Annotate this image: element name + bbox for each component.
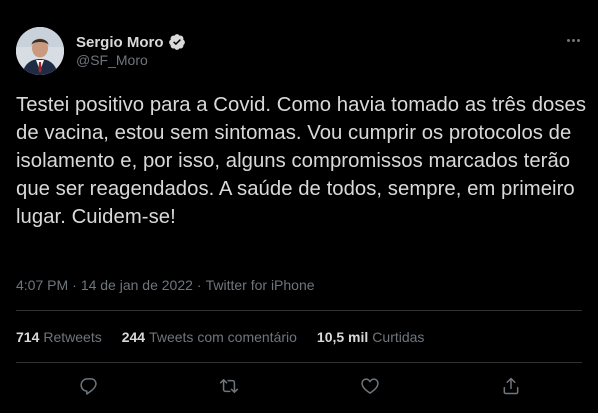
retweets-stat[interactable]: 714 Retweets <box>16 329 102 345</box>
display-name[interactable]: Sergio Moro <box>76 34 164 51</box>
tweet-meta: 4:07 PM · 14 de jan de 2022 · Twitter fo… <box>16 275 315 295</box>
avatar[interactable] <box>16 27 64 75</box>
more-options-icon[interactable] <box>560 30 586 50</box>
reply-button[interactable] <box>77 374 101 398</box>
divider <box>16 310 582 311</box>
tweet-time[interactable]: 4:07 PM <box>16 277 68 293</box>
stat-count: 714 <box>16 329 40 345</box>
author-name-row[interactable]: Sergio Moro <box>76 32 186 52</box>
heart-icon <box>361 378 379 394</box>
engagement-stats: 714 Retweets 244 Tweets com comentário 1… <box>16 326 444 348</box>
stat-count: 10,5 mil <box>316 329 369 345</box>
share-icon <box>503 377 519 395</box>
quote-tweets-stat[interactable]: 244 Tweets com comentário <box>122 329 297 345</box>
meta-separator: · <box>72 277 77 293</box>
verified-badge-icon <box>168 33 186 51</box>
tweet-card: Sergio Moro @SF_Moro Testei positivo par… <box>0 0 598 413</box>
tweet-source[interactable]: Twitter for iPhone <box>206 277 315 293</box>
stat-label: Tweets com comentário <box>149 329 297 345</box>
stat-label: Retweets <box>43 329 102 345</box>
like-button[interactable] <box>358 374 382 398</box>
stat-count: 244 <box>121 329 146 345</box>
stat-label: Curtidas <box>372 329 425 345</box>
retweet-button[interactable] <box>217 374 241 398</box>
action-bar <box>16 374 582 400</box>
likes-stat[interactable]: 10,5 mil Curtidas <box>317 329 425 345</box>
reply-icon <box>80 378 97 395</box>
meta-separator: · <box>196 277 202 293</box>
tweet-text: Testei positivo para a Covid. Como havia… <box>16 94 587 228</box>
share-button[interactable] <box>499 374 523 398</box>
user-handle[interactable]: @SF_Moro <box>76 52 148 68</box>
retweet-icon <box>219 379 239 393</box>
tweet-date[interactable]: 14 de jan de 2022 <box>81 277 193 293</box>
divider <box>16 362 582 363</box>
